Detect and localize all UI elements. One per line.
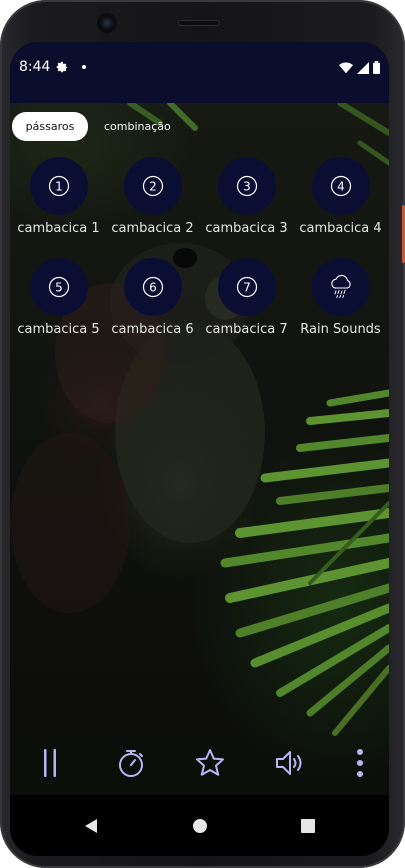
number-6-icon: 6 xyxy=(142,276,163,298)
svg-text:6: 6 xyxy=(149,281,157,295)
gear-icon xyxy=(55,59,69,78)
sound-tile-cambacica-6[interactable]: 6 cambacica 6 xyxy=(105,258,200,348)
battery-icon xyxy=(373,59,380,78)
sound-label: cambacica 6 xyxy=(111,322,194,337)
sound-label: cambacica 1 xyxy=(17,221,100,236)
sound-tile-cambacica-2[interactable]: 2 cambacica 2 xyxy=(105,157,200,247)
system-nav-bar xyxy=(10,795,389,856)
screen: 8:44 pássaros combinação 1 cambacica 1 2… xyxy=(10,42,389,856)
favorite-button[interactable] xyxy=(190,743,230,783)
recents-icon xyxy=(301,819,315,833)
pause-icon xyxy=(44,749,56,777)
sound-button[interactable]: 2 xyxy=(123,157,182,215)
sound-button[interactable]: 4 xyxy=(311,157,370,215)
tab-combinacao[interactable]: combinação xyxy=(88,112,187,141)
timer-button[interactable] xyxy=(111,743,151,783)
number-3-icon: 3 xyxy=(236,175,257,197)
number-7-icon: 7 xyxy=(236,276,257,298)
sound-button[interactable]: 7 xyxy=(217,258,276,316)
back-button[interactable] xyxy=(76,811,106,841)
sound-button[interactable]: 6 xyxy=(123,258,182,316)
number-4-icon: 4 xyxy=(330,175,351,197)
front-camera xyxy=(99,15,115,31)
number-5-icon: 5 xyxy=(48,276,69,298)
status-icons xyxy=(339,59,380,78)
timer-icon xyxy=(119,750,143,777)
recents-button[interactable] xyxy=(293,811,323,841)
earpiece-speaker xyxy=(178,20,220,26)
svg-text:3: 3 xyxy=(243,180,251,194)
sound-button[interactable]: 3 xyxy=(217,157,276,215)
sound-label: cambacica 4 xyxy=(299,221,382,236)
sound-label: cambacica 5 xyxy=(17,322,100,337)
main-content: pássaros combinação 1 cambacica 1 2 camb… xyxy=(10,103,389,795)
status-time: 8:44 xyxy=(19,59,51,75)
tab-passaros[interactable]: pássaros xyxy=(12,111,88,141)
category-tabs: pássaros combinação xyxy=(10,111,187,141)
more-vert-icon xyxy=(357,749,363,777)
svg-text:7: 7 xyxy=(243,281,251,295)
sound-label: cambacica 7 xyxy=(205,322,288,337)
home-button[interactable] xyxy=(185,811,215,841)
svg-text:1: 1 xyxy=(55,180,63,194)
svg-text:4: 4 xyxy=(337,180,345,194)
player-controls xyxy=(10,735,389,795)
pause-button[interactable] xyxy=(30,743,70,783)
number-1-icon: 1 xyxy=(48,175,69,197)
sound-tile-cambacica-4[interactable]: 4 cambacica 4 xyxy=(293,157,388,247)
status-bar: 8:44 xyxy=(10,42,389,103)
sound-tile-cambacica-3[interactable]: 3 cambacica 3 xyxy=(199,157,294,247)
phone-frame: 8:44 pássaros combinação 1 cambacica 1 2… xyxy=(0,0,405,868)
sound-label: Rain Sounds xyxy=(300,322,381,337)
more-options-button[interactable] xyxy=(340,743,380,783)
sound-tile-cambacica-5[interactable]: 5 cambacica 5 xyxy=(11,258,106,348)
volume-icon xyxy=(276,751,302,775)
sound-label: cambacica 2 xyxy=(111,221,194,236)
rain-cloud-icon xyxy=(330,274,351,298)
sound-tile-cambacica-1[interactable]: 1 cambacica 1 xyxy=(11,157,106,247)
signal-icon xyxy=(357,59,369,78)
back-icon xyxy=(85,819,97,833)
wifi-icon xyxy=(339,59,353,78)
star-icon xyxy=(196,749,224,776)
volume-button[interactable] xyxy=(270,743,310,783)
sound-tile-cambacica-7[interactable]: 7 cambacica 7 xyxy=(199,258,294,348)
home-icon xyxy=(193,819,207,833)
sound-tile-rain-sounds[interactable]: Rain Sounds xyxy=(293,258,388,348)
notification-dot xyxy=(82,65,86,69)
sound-label: cambacica 3 xyxy=(205,221,288,236)
sound-button[interactable] xyxy=(311,258,370,316)
number-2-icon: 2 xyxy=(142,175,163,197)
svg-text:2: 2 xyxy=(149,180,157,194)
svg-text:5: 5 xyxy=(55,281,63,295)
sound-button[interactable]: 5 xyxy=(29,258,88,316)
sound-button[interactable]: 1 xyxy=(29,157,88,215)
